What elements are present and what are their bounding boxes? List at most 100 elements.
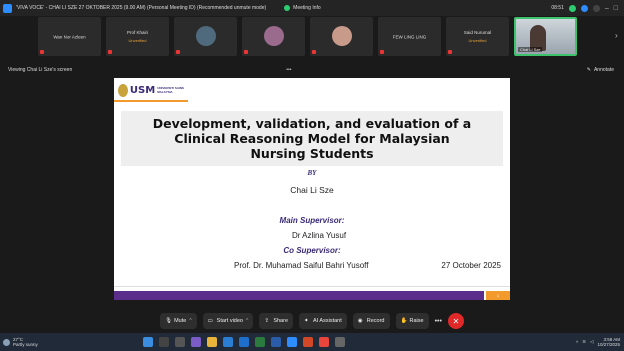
avatar <box>331 25 352 46</box>
logo-underline <box>114 100 188 102</box>
share-screen-icon: ⇪ <box>264 318 269 324</box>
participant-name: Chai Li Sze <box>518 47 543 52</box>
weather-widget[interactable]: 27°C Partly sunny <box>0 337 38 347</box>
main-supervisor-heading: Main Supervisor: <box>279 216 345 225</box>
mute-label: Mute <box>174 318 187 324</box>
muted-mic-icon <box>176 50 180 54</box>
speaker-icon[interactable]: ◁ <box>590 339 593 345</box>
powerpoint-icon[interactable] <box>302 337 313 347</box>
muted-mic-icon <box>312 50 316 54</box>
presentation-date: 27 October 2025 <box>441 261 501 270</box>
excel-icon[interactable] <box>254 337 265 347</box>
minimize-icon[interactable]: – <box>605 5 609 12</box>
meeting-toolbar: 🎙 Mute ^ ▭ Start video ^ ⇪ Share ✦ AI As… <box>0 309 624 333</box>
start-video-label: Start video <box>216 318 243 324</box>
time: 3:58 AM <box>603 336 620 342</box>
raise-hand-button[interactable]: ✋ Raise <box>395 313 429 329</box>
window-title: 'VIVA VOCE' - CHAI LI SZE 27 OKTOBER 202… <box>16 5 267 11</box>
green-status-icon <box>568 4 576 12</box>
more-options-button[interactable]: ••• <box>435 318 442 325</box>
unverified-badge: Unverified <box>468 38 487 43</box>
meeting-info-label: Meeting Info <box>293 5 321 11</box>
viewing-label: Viewing Chai Li Sze's screen <box>8 67 73 73</box>
by-label: BY <box>307 169 317 177</box>
record-label: Record <box>366 318 385 324</box>
muted-mic-icon <box>108 50 112 54</box>
zoom-icon[interactable] <box>286 337 297 347</box>
author-name: Chai Li Sze <box>290 185 334 195</box>
app-icon[interactable] <box>334 337 345 347</box>
pencil-icon: ✎ <box>586 67 591 73</box>
ai-assistant-button[interactable]: ✦ AI Assistant <box>299 313 347 329</box>
wifi-icon[interactable]: ≋ <box>582 339 586 345</box>
co-supervisor-name: Prof. Dr. Muhamad Saiful Bahri Yusoff <box>234 261 369 270</box>
leave-meeting-button[interactable]: ✕ <box>447 313 464 329</box>
share-button[interactable]: ⇪ Share <box>259 313 294 329</box>
chevron-up-icon[interactable]: ^ <box>189 318 191 324</box>
meeting-clock: 08:51 <box>551 5 564 11</box>
start-video-button[interactable]: ▭ Start video ^ <box>202 313 254 329</box>
windows-taskbar: 27°C Partly sunny ^ ≋ ◁ 3:58 AM 10/27/20… <box>0 333 624 351</box>
microphone-icon: 🎙 <box>165 318 173 324</box>
co-supervisor-heading: Co Supervisor: <box>283 246 341 255</box>
zoom-logo-icon <box>3 3 12 13</box>
view-options-icon[interactable]: ••• <box>286 67 291 73</box>
taskbar-clock[interactable]: 3:58 AM 10/27/2025 <box>597 337 620 348</box>
avatar <box>263 25 284 46</box>
maximize-icon[interactable]: □ <box>614 5 618 12</box>
file-explorer-icon[interactable] <box>206 337 217 347</box>
annotate-button[interactable]: ✎ Annotate <box>587 67 614 73</box>
screen-share-bar: Viewing Chai Li Sze's screen ••• ✎ Annot… <box>0 64 624 76</box>
muted-mic-icon <box>244 50 248 54</box>
active-speaker-tile[interactable]: Chai Li Sze <box>514 17 577 56</box>
edge-icon[interactable] <box>222 337 233 347</box>
muted-mic-icon <box>448 50 452 54</box>
participant-tile[interactable] <box>242 17 305 56</box>
usm-crest-icon <box>118 84 128 97</box>
page-number: 1 <box>486 291 510 300</box>
teams-icon[interactable] <box>190 337 201 347</box>
video-camera-icon: ▭ <box>207 318 213 324</box>
shield-icon <box>284 5 291 11</box>
unverified-badge: Unverified <box>128 38 147 43</box>
hand-icon: ✋ <box>400 318 408 324</box>
avatar <box>195 25 216 46</box>
participant-name: FEW LING LING <box>392 34 427 39</box>
participant-name: Prof Khairi <box>126 30 149 35</box>
word-icon[interactable] <box>270 337 281 347</box>
muted-mic-icon <box>380 50 384 54</box>
view-icon[interactable] <box>592 4 600 12</box>
logo-subtext: UNIVERSITI SAINS MALAYSIA <box>157 86 185 94</box>
raise-label: Raise <box>409 318 424 324</box>
system-tray: ^ ≋ ◁ 3:58 AM 10/27/2025 <box>576 337 624 348</box>
usm-logo: USM UNIVERSITI SAINS MALAYSIA <box>118 81 190 100</box>
logo-text: USM <box>129 85 156 96</box>
outlook-icon[interactable] <box>238 337 249 347</box>
participant-tile[interactable]: FEW LING LING <box>378 17 441 56</box>
muted-mic-icon <box>40 50 44 54</box>
gallery-next-icon[interactable]: › <box>615 31 618 40</box>
windows-start-icon[interactable] <box>142 337 153 347</box>
info-icon[interactable] <box>580 4 588 12</box>
chevron-up-icon[interactable]: ^ <box>576 340 578 345</box>
chrome-icon[interactable] <box>318 337 329 347</box>
participant-tile[interactable]: Wan Nor Azleen <box>38 17 101 56</box>
participant-tile[interactable] <box>310 17 373 56</box>
main-supervisor-name: Dr Azlina Yusuf <box>291 231 347 240</box>
record-button[interactable]: ◉ Record <box>352 313 390 329</box>
participant-tile[interactable]: Said Nurumal Unverified <box>446 17 509 56</box>
chevron-up-icon[interactable]: ^ <box>246 318 248 324</box>
meeting-info-button[interactable]: Meeting Info <box>284 5 321 11</box>
record-icon: ◉ <box>357 318 363 324</box>
participant-name: Wan Nor Azleen <box>53 34 86 39</box>
title-box: Development, validation, and evaluation … <box>121 111 503 166</box>
mute-button[interactable]: 🎙 Mute ^ <box>160 313 197 329</box>
task-view-icon[interactable] <box>174 337 185 347</box>
share-label: Share <box>273 318 289 324</box>
search-icon[interactable] <box>158 337 169 347</box>
weather-condition: Partly sunny <box>13 342 38 347</box>
participant-tile[interactable] <box>174 17 237 56</box>
window-title-bar: 'VIVA VOCE' - CHAI LI SZE 27 OKTOBER 202… <box>0 0 624 16</box>
date: 10/27/2025 <box>597 342 620 347</box>
participant-tile[interactable]: Prof Khairi Unverified <box>106 17 169 56</box>
